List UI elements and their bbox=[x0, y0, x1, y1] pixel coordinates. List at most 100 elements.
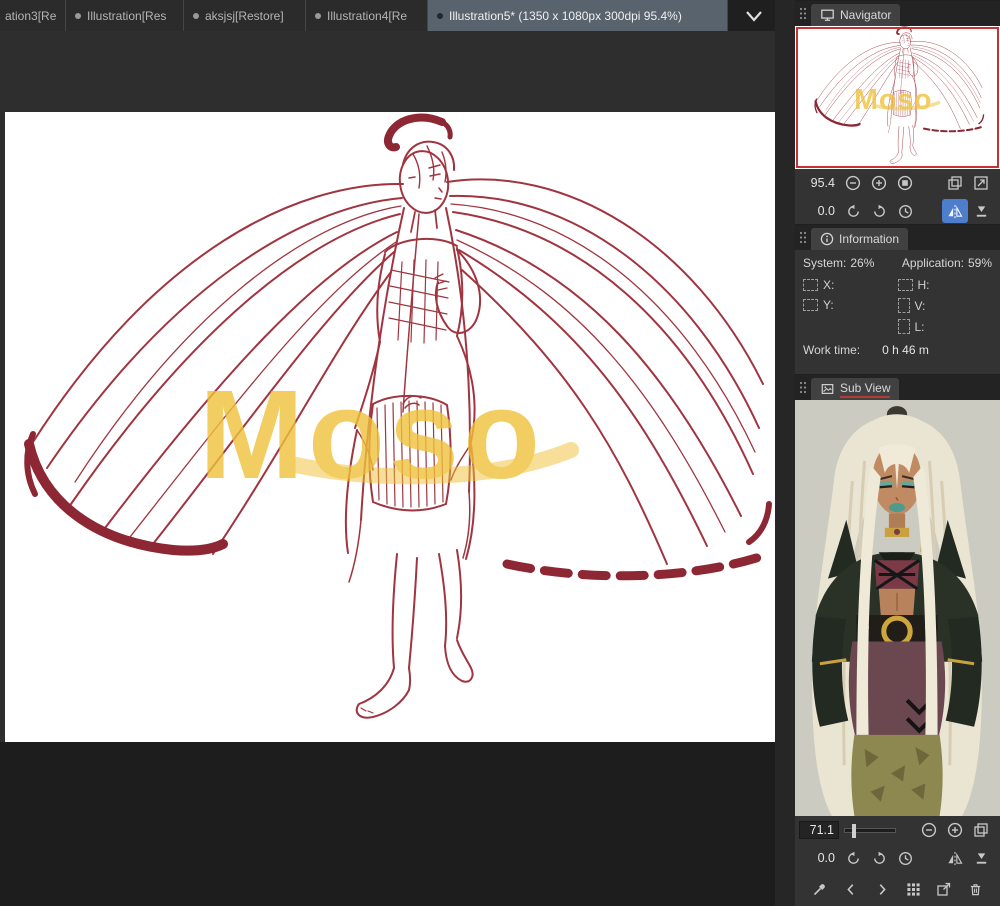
tab-document-1[interactable]: ation3[Re bbox=[0, 0, 66, 31]
copy-view-icon bbox=[948, 176, 962, 190]
tab-document-3[interactable]: aksjsj[Restore] bbox=[184, 0, 306, 31]
navigator-preview[interactable] bbox=[795, 26, 1000, 169]
subview-toolbar bbox=[795, 872, 1000, 906]
clip-studio-window: ation3[Re Illustration[Res aksjsj[Restor… bbox=[0, 0, 1000, 906]
subview-copy-view-button[interactable] bbox=[968, 818, 994, 842]
image-list-button[interactable] bbox=[900, 877, 926, 901]
copy-view-button[interactable] bbox=[942, 171, 968, 195]
zoom-in-icon bbox=[947, 822, 963, 838]
rotate-cw-icon bbox=[873, 851, 885, 864]
zoom-out-icon bbox=[845, 175, 861, 191]
corner-arrow-icon bbox=[974, 176, 988, 190]
information-tab-label: Information bbox=[839, 232, 900, 246]
rotate-cw-icon bbox=[873, 204, 885, 217]
work-time-row: Work time: 0 h 46 m bbox=[795, 334, 1000, 357]
subview-rotation-value[interactable]: 0.0 bbox=[799, 851, 835, 865]
reset-clock-icon bbox=[898, 851, 912, 865]
subview-tab-label: Sub View bbox=[840, 381, 891, 398]
subview-panel: Sub View 71.1 0.0 bbox=[795, 374, 1000, 906]
flip-horizontal-icon bbox=[948, 851, 963, 865]
send-to-canvas-button[interactable] bbox=[931, 877, 957, 901]
trash-icon bbox=[970, 883, 980, 895]
drag-dots-icon bbox=[799, 231, 807, 244]
information-panel-header: Information bbox=[795, 225, 1000, 250]
panel-drag-handle[interactable] bbox=[795, 225, 811, 250]
zoom-out-icon bbox=[921, 822, 937, 838]
subview-tab[interactable]: Sub View bbox=[811, 378, 900, 400]
tab-document-2[interactable]: Illustration[Res bbox=[66, 0, 184, 31]
selection-v-icon bbox=[897, 298, 910, 313]
panel-drag-handle[interactable] bbox=[795, 375, 811, 400]
information-panel: Information System: 26% Application: 59%… bbox=[795, 224, 1000, 374]
monitor-icon bbox=[821, 9, 834, 21]
l-label: L: bbox=[914, 319, 925, 334]
eyedropper-button[interactable] bbox=[807, 877, 833, 901]
field-h: H: bbox=[897, 278, 993, 292]
eyedropper-icon bbox=[813, 884, 825, 896]
subview-rotation-row: 0.0 bbox=[795, 844, 1000, 872]
flip-horizontal-button[interactable] bbox=[942, 199, 968, 223]
reset-bottom-icon bbox=[976, 205, 986, 217]
chevron-down-icon bbox=[746, 10, 762, 22]
reference-character-art bbox=[795, 400, 1000, 816]
selection-x-icon bbox=[803, 279, 818, 291]
document-tabbar: ation3[Re Illustration[Res aksjsj[Restor… bbox=[0, 0, 775, 31]
work-time-value: 0 h 46 m bbox=[882, 343, 929, 357]
field-x: X: bbox=[803, 278, 898, 292]
navigator-rotation-value[interactable]: 0.0 bbox=[799, 204, 835, 218]
information-tab[interactable]: Information bbox=[811, 228, 909, 250]
system-value: 26% bbox=[850, 256, 875, 270]
grid-icon bbox=[906, 882, 920, 896]
subview-rotate-cw-button[interactable] bbox=[866, 846, 892, 870]
send-to-canvas-icon bbox=[937, 882, 951, 896]
subview-zoom-in-button[interactable] bbox=[942, 818, 968, 842]
navigator-tab-label: Navigator bbox=[840, 8, 892, 22]
zoom-reset-button[interactable] bbox=[892, 171, 918, 195]
fit-window-button[interactable] bbox=[968, 171, 994, 195]
flip-horizontal-icon bbox=[948, 204, 963, 218]
subview-zoom-slider[interactable] bbox=[844, 823, 896, 838]
rotate-cw-button[interactable] bbox=[866, 199, 892, 223]
drag-dots-icon bbox=[799, 7, 807, 20]
document-canvas[interactable] bbox=[5, 112, 775, 742]
reset-view-button[interactable] bbox=[968, 199, 994, 223]
subview-rotate-ccw-button[interactable] bbox=[840, 846, 866, 870]
previous-image-button[interactable] bbox=[838, 877, 864, 901]
navigator-zoom-value[interactable]: 95.4 bbox=[799, 176, 835, 190]
modified-dot-icon bbox=[193, 12, 199, 19]
navigator-tab[interactable]: Navigator bbox=[811, 4, 901, 26]
navigator-zoom-row: 95.4 bbox=[795, 169, 1000, 197]
artwork-sketch bbox=[5, 112, 775, 742]
h-label: H: bbox=[917, 278, 930, 292]
reset-bottom-icon bbox=[976, 852, 986, 864]
tab-document-5-active[interactable]: Illustration5* (1350 x 1080px 300dpi 95.… bbox=[428, 0, 728, 31]
tab-label: ation3[Re bbox=[5, 8, 56, 23]
application-label: Application: bbox=[901, 256, 964, 270]
subview-flip-horizontal-button[interactable] bbox=[942, 846, 968, 870]
zoom-in-button[interactable] bbox=[866, 171, 892, 195]
subview-reference-image[interactable] bbox=[795, 400, 1000, 816]
chevron-right-icon bbox=[879, 883, 886, 895]
selection-info-fields: X: Y: H: V: L: bbox=[795, 272, 1000, 334]
slider-handle[interactable] bbox=[852, 823, 856, 838]
subview-zoom-row: 71.1 bbox=[795, 816, 1000, 844]
tab-overflow-chevron[interactable] bbox=[733, 0, 775, 31]
canvas-area[interactable] bbox=[0, 31, 775, 906]
rotate-ccw-button[interactable] bbox=[840, 199, 866, 223]
subview-zoom-out-button[interactable] bbox=[916, 818, 942, 842]
panel-drag-handle[interactable] bbox=[795, 1, 811, 26]
subview-zoom-value[interactable]: 71.1 bbox=[799, 821, 839, 839]
work-time-label: Work time: bbox=[803, 343, 861, 357]
navigator-panel-header: Navigator bbox=[795, 1, 1000, 26]
subview-reset-view-button[interactable] bbox=[968, 846, 994, 870]
zoom-out-button[interactable] bbox=[840, 171, 866, 195]
subview-reset-rotation-button[interactable] bbox=[892, 846, 918, 870]
drag-dots-icon bbox=[799, 381, 807, 394]
copy-view-icon bbox=[974, 823, 988, 837]
reset-rotation-button[interactable] bbox=[892, 199, 918, 223]
tab-label: Illustration[Res bbox=[87, 8, 167, 23]
navigator-panel: Navigator 95.4 0.0 bbox=[795, 0, 1000, 224]
tab-document-4[interactable]: Illustration4[Re bbox=[306, 0, 428, 31]
clear-subview-button[interactable] bbox=[962, 877, 988, 901]
next-image-button[interactable] bbox=[869, 877, 895, 901]
